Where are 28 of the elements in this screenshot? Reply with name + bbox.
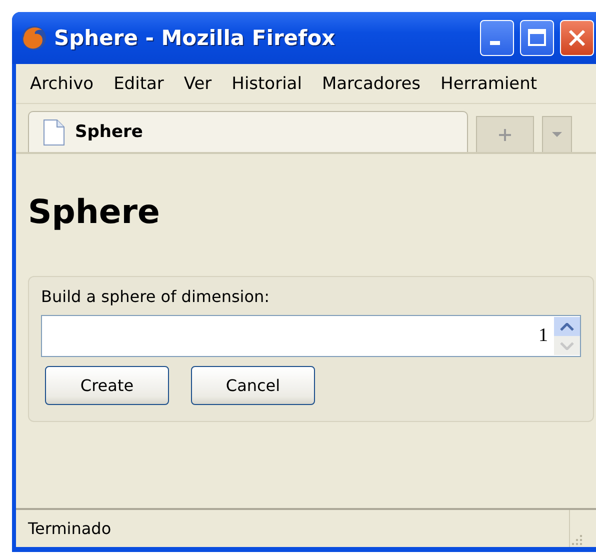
resize-grip-icon[interactable]: [570, 533, 584, 547]
menu-item[interactable]: Archivo: [22, 70, 102, 96]
menu-item[interactable]: Historial: [224, 70, 310, 96]
minimize-icon: [490, 41, 500, 45]
menu-item[interactable]: Herramient: [432, 70, 546, 96]
close-icon: [567, 28, 587, 48]
status-text: Terminado: [28, 519, 112, 538]
menu-item[interactable]: Editar: [106, 70, 172, 96]
number-field[interactable]: 1: [41, 315, 581, 357]
browser-tab[interactable]: Sphere: [28, 111, 468, 152]
maximize-icon: [527, 28, 547, 48]
minimize-button[interactable]: [480, 20, 514, 56]
close-button[interactable]: [560, 20, 594, 56]
spin-up-icon[interactable]: [560, 322, 574, 330]
menu-item[interactable]: Ver: [176, 70, 220, 96]
tab-list-button[interactable]: [542, 116, 572, 152]
page-icon: [43, 118, 65, 146]
dialog-button[interactable]: Cancel: [191, 366, 315, 405]
field-label: Build a sphere of dimension:: [41, 287, 271, 306]
plus-icon: [498, 128, 512, 142]
new-tab-button[interactable]: [476, 116, 534, 152]
caret-icon: [552, 132, 562, 138]
page-heading: Sphere: [28, 191, 161, 233]
dialog-button[interactable]: Create: [45, 366, 169, 405]
window-title: Sphere - Mozilla Firefox: [54, 26, 336, 50]
firefox-logo-icon: [20, 24, 48, 52]
maximize-button[interactable]: [520, 20, 554, 56]
menu-item[interactable]: Marcadores: [314, 70, 429, 96]
